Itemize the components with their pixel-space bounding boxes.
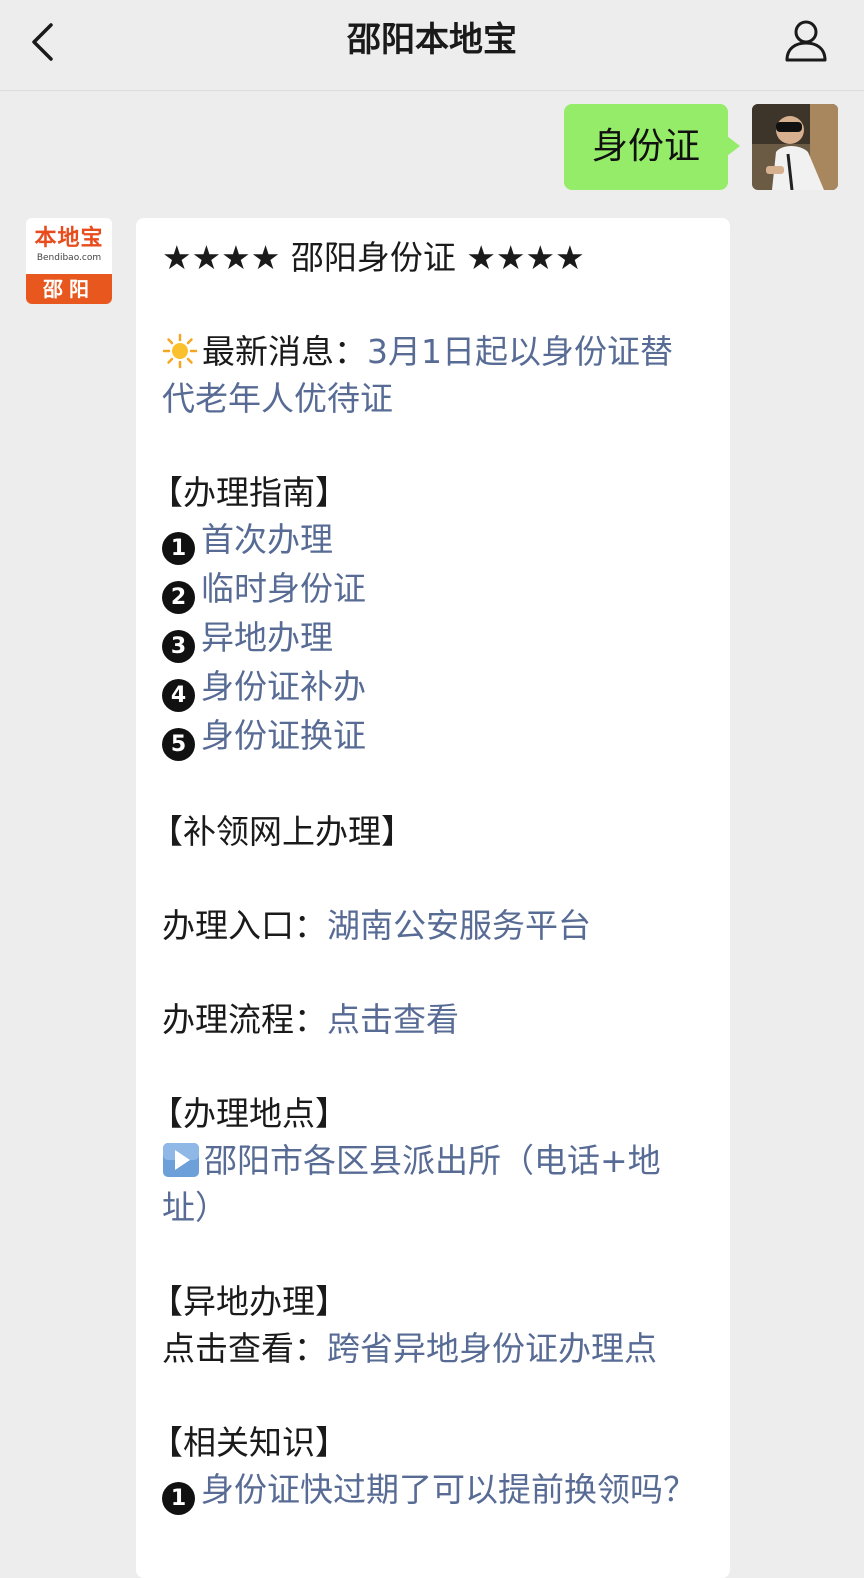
- number-badge: 1: [162, 1482, 195, 1515]
- guide-item: 1 首次办理: [162, 516, 704, 565]
- user-message-row: 身份证: [563, 104, 838, 190]
- guide-item: 2 临时身份证: [162, 565, 704, 614]
- user-avatar[interactable]: [752, 104, 838, 190]
- location-line: 邵阳市各区县派出所（电话+地址）: [162, 1137, 704, 1231]
- guide-link-first-time[interactable]: 首次办理: [201, 520, 333, 559]
- top-bar: 邵阳本地宝: [0, 0, 864, 91]
- sun-icon: [162, 333, 198, 369]
- remote-heading: 【异地办理】: [150, 1282, 348, 1321]
- guide-link-temporary[interactable]: 临时身份证: [201, 569, 366, 608]
- remote-line: 点击查看：跨省异地身份证办理点: [162, 1325, 704, 1372]
- logo-sub-text: Bendibao.com: [36, 253, 102, 263]
- user-message-bubble[interactable]: 身份证: [563, 104, 741, 190]
- knowledge-heading: 【相关知识】: [150, 1423, 348, 1462]
- remote-label: 点击查看：: [162, 1329, 327, 1368]
- user-photo-icon: [752, 104, 838, 190]
- official-account-avatar[interactable]: 本地宝 Bendibao.com 邵阳: [26, 218, 112, 304]
- knowledge-link-early-renewal[interactable]: 身份证快过期了可以提前换领吗？: [201, 1470, 696, 1509]
- location-heading: 【办理地点】: [150, 1094, 348, 1133]
- guide-link-renewal[interactable]: 身份证换证: [201, 716, 366, 755]
- process-link[interactable]: 点击查看: [327, 1000, 459, 1039]
- guide-heading: 【办理指南】: [150, 473, 348, 512]
- play-button-icon: [163, 1143, 199, 1177]
- entry-label: 办理入口：: [162, 906, 327, 945]
- number-badge: 2: [162, 581, 195, 614]
- guide-item: 5 身份证换证: [162, 712, 704, 761]
- guide-item: 4 身份证补办: [162, 663, 704, 712]
- number-badge: 1: [162, 532, 195, 565]
- news-label: 最新消息：: [202, 332, 367, 371]
- process-line: 办理流程：点击查看: [162, 996, 704, 1043]
- guide-link-reissue[interactable]: 身份证补办: [201, 667, 366, 706]
- number-badge: 3: [162, 630, 195, 663]
- bot-message-bubble: ★★★★ 邵阳身份证 ★★★★ 最新消息：3月1日起以身份证替代老年人优待证 【…: [136, 218, 730, 1578]
- knowledge-item: 1 身份证快过期了可以提前换领吗？: [162, 1466, 704, 1515]
- number-badge: 5: [162, 728, 195, 761]
- entry-line: 办理入口：湖南公安服务平台: [162, 902, 704, 949]
- user-icon: [785, 20, 827, 62]
- logo-city-text: 邵阳: [26, 274, 112, 304]
- remote-link[interactable]: 跨省异地身份证办理点: [327, 1329, 657, 1368]
- message-heading: ★★★★ 邵阳身份证 ★★★★: [162, 238, 585, 277]
- profile-button[interactable]: [782, 14, 830, 66]
- guide-item: 3 异地办理: [162, 614, 704, 663]
- location-link[interactable]: 邵阳市各区县派出所（电话+地址）: [162, 1141, 661, 1227]
- online-heading: 【补领网上办理】: [150, 812, 414, 851]
- logo-main-text: 本地宝: [34, 226, 104, 251]
- guide-link-remote[interactable]: 异地办理: [201, 618, 333, 657]
- entry-link[interactable]: 湖南公安服务平台: [327, 906, 591, 945]
- process-label: 办理流程：: [162, 1000, 327, 1039]
- logo-top: 本地宝 Bendibao.com: [26, 218, 112, 274]
- news-line: 最新消息：3月1日起以身份证替代老年人优待证: [162, 328, 704, 422]
- number-badge: 4: [162, 679, 195, 712]
- chat-title: 邵阳本地宝: [347, 20, 517, 60]
